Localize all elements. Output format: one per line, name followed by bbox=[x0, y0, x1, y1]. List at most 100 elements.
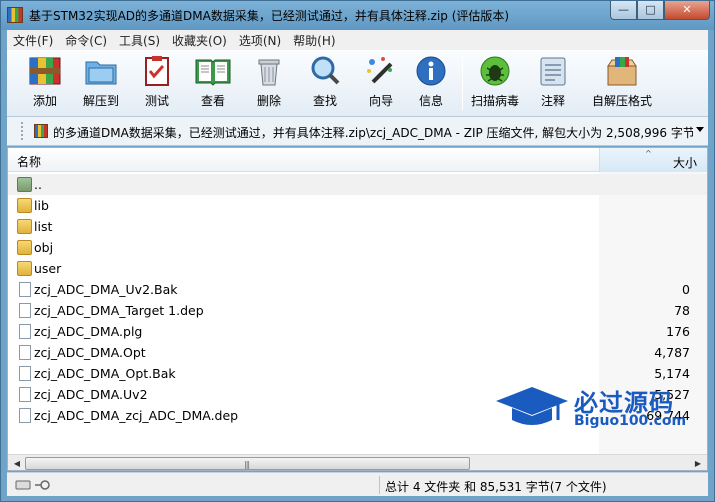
folder-icon bbox=[17, 198, 32, 213]
file-size: 78 bbox=[674, 303, 690, 318]
status-summary: 总计 4 文件夹 和 85,531 字节(7 个文件) bbox=[385, 480, 607, 494]
extract-label: 解压到 bbox=[82, 94, 119, 108]
comment-note-icon bbox=[540, 57, 566, 86]
parent-dir-row[interactable]: .. bbox=[8, 174, 707, 195]
file-size: 4,787 bbox=[654, 345, 690, 360]
file-name: user bbox=[34, 261, 62, 276]
wizard-label: 向导 bbox=[368, 94, 393, 108]
add-label: 添加 bbox=[32, 94, 57, 108]
file-name: list bbox=[34, 219, 53, 234]
view-label: 查看 bbox=[200, 94, 225, 108]
file-name: obj bbox=[34, 240, 54, 255]
folder-icon bbox=[17, 261, 32, 276]
toolbar: 添加 解压到 测试 查看 删除 查找 向导 信息 扫描病毒 注释 自解压格式 bbox=[7, 50, 708, 117]
folder-row[interactable]: lib bbox=[8, 195, 707, 216]
folder-icon bbox=[17, 240, 32, 255]
test-label: 测试 bbox=[144, 94, 169, 108]
column-name[interactable]: 名称 bbox=[17, 153, 41, 170]
view-button[interactable]: 查看 bbox=[187, 54, 239, 114]
file-name: zcj_ADC_DMA_Uv2.Bak bbox=[34, 282, 178, 297]
winrar-window: 基于STM32实现AD的多通道DMA数据采集，已经测试通过，并有具体注释.zip… bbox=[0, 0, 715, 502]
scroll-left-icon[interactable]: ◀ bbox=[9, 456, 25, 470]
delete-trash-icon bbox=[258, 59, 280, 86]
status-bar: 总计 4 文件夹 和 85,531 字节(7 个文件) bbox=[7, 472, 708, 496]
maximize-button[interactable]: □ bbox=[637, 1, 664, 20]
menu-bar: 文件(F) 命令(C) 工具(S) 收藏夹(O) 选项(N) 帮助(H) bbox=[7, 30, 708, 50]
parent-folder-icon bbox=[17, 177, 32, 192]
file-icon bbox=[19, 387, 31, 402]
folder-row[interactable]: obj bbox=[8, 237, 707, 258]
file-icon bbox=[19, 324, 31, 339]
toolbar-separator bbox=[462, 56, 463, 110]
file-icon bbox=[19, 282, 31, 297]
file-name: zcj_ADC_DMA.plg bbox=[34, 324, 143, 339]
sfx-label: 自解压格式 bbox=[592, 94, 653, 108]
sfx-button[interactable]: 自解压格式 bbox=[592, 54, 652, 114]
watermark-text-en: Biguo100.com bbox=[574, 413, 687, 429]
extract-button[interactable]: 解压到 bbox=[75, 54, 127, 114]
find-magnifier-icon bbox=[311, 56, 340, 85]
graduation-cap-icon bbox=[496, 387, 568, 425]
test-clipboard-icon bbox=[145, 56, 169, 86]
file-size: 176 bbox=[666, 324, 690, 339]
sort-ascending-icon: ^ bbox=[645, 149, 652, 158]
file-icon bbox=[19, 366, 31, 381]
close-button[interactable]: ✕ bbox=[664, 1, 710, 20]
info-label: 信息 bbox=[418, 94, 443, 108]
title-bar[interactable]: 基于STM32实现AD的多通道DMA数据采集，已经测试通过，并有具体注释.zip… bbox=[1, 1, 714, 30]
address-path[interactable]: 的多通道DMA数据采集，已经测试通过，并有具体注释.zip\zcj_ADC_DM… bbox=[53, 124, 693, 141]
virus-scan-label: 扫描病毒 bbox=[470, 94, 519, 108]
file-name: zcj_ADC_DMA.Opt bbox=[34, 345, 146, 360]
folder-icon bbox=[17, 219, 32, 234]
column-header: 名称 ^ 大小 bbox=[8, 148, 707, 172]
file-row[interactable]: zcj_ADC_DMA_Target 1.dep 78 bbox=[8, 300, 707, 321]
status-divider bbox=[379, 476, 380, 494]
winrar-app-icon[interactable] bbox=[7, 7, 23, 23]
file-name: lib bbox=[34, 198, 49, 213]
view-book-icon bbox=[195, 59, 231, 86]
address-bar[interactable]: 的多通道DMA数据采集，已经测试通过，并有具体注释.zip\zcj_ADC_DM… bbox=[7, 117, 708, 146]
delete-label: 删除 bbox=[256, 94, 281, 108]
file-icon bbox=[19, 408, 31, 423]
address-dropdown-icon[interactable] bbox=[696, 127, 704, 132]
scroll-right-icon[interactable]: ▶ bbox=[690, 456, 706, 470]
column-size-label: 大小 bbox=[672, 156, 697, 170]
add-archive-icon bbox=[29, 57, 61, 85]
comment-button[interactable]: 注释 bbox=[527, 54, 579, 114]
find-button[interactable]: 查找 bbox=[299, 54, 351, 114]
wizard-wand-icon bbox=[367, 57, 393, 84]
folder-row[interactable]: user bbox=[8, 258, 707, 279]
wizard-button[interactable]: 向导 bbox=[355, 54, 407, 114]
scrollbar-grip-icon: ||| bbox=[244, 460, 250, 469]
minimize-button[interactable]: — bbox=[610, 1, 637, 20]
file-name: zcj_ADC_DMA_Opt.Bak bbox=[34, 366, 176, 381]
status-drive-icon bbox=[15, 480, 50, 490]
menu-favorites[interactable]: 收藏夹(O) bbox=[166, 32, 233, 49]
test-button[interactable]: 测试 bbox=[131, 54, 183, 114]
comment-label: 注释 bbox=[540, 94, 565, 108]
menu-options[interactable]: 选项(N) bbox=[233, 32, 287, 49]
virus-scan-button[interactable]: 扫描病毒 bbox=[469, 54, 521, 114]
menu-command[interactable]: 命令(C) bbox=[59, 32, 113, 49]
virus-bug-icon bbox=[480, 56, 510, 86]
file-row[interactable]: zcj_ADC_DMA.Opt 4,787 bbox=[8, 342, 707, 363]
menu-tools[interactable]: 工具(S) bbox=[113, 32, 166, 49]
file-row[interactable]: zcj_ADC_DMA.plg 176 bbox=[8, 321, 707, 342]
file-icon bbox=[19, 345, 31, 360]
file-name: .. bbox=[34, 177, 42, 192]
file-row[interactable]: zcj_ADC_DMA_Uv2.Bak 0 bbox=[8, 279, 707, 300]
address-grip[interactable] bbox=[21, 122, 25, 140]
delete-button[interactable]: 删除 bbox=[243, 54, 295, 114]
scrollbar-thumb[interactable]: ||| bbox=[25, 457, 470, 470]
add-button[interactable]: 添加 bbox=[19, 54, 71, 114]
folder-row[interactable]: list bbox=[8, 216, 707, 237]
menu-file[interactable]: 文件(F) bbox=[7, 32, 59, 49]
file-size: 5,174 bbox=[654, 366, 690, 381]
menu-help[interactable]: 帮助(H) bbox=[287, 32, 341, 49]
info-button[interactable]: 信息 bbox=[405, 54, 457, 114]
horizontal-scrollbar[interactable]: ◀ ||| ▶ bbox=[8, 454, 707, 470]
column-size[interactable]: ^ 大小 bbox=[599, 148, 707, 172]
find-label: 查找 bbox=[312, 94, 337, 108]
file-size: 0 bbox=[682, 282, 690, 297]
window-title: 基于STM32实现AD的多通道DMA数据采集，已经测试通过，并有具体注释.zip… bbox=[29, 9, 510, 23]
